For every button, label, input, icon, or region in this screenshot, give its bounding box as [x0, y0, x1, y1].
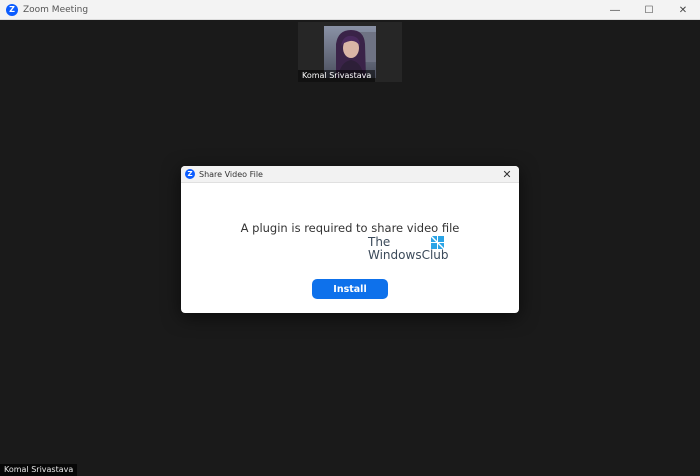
self-view-name: Komal Srivastava [0, 464, 78, 476]
dialog-titlebar: Z Share Video File ✕ [181, 166, 519, 183]
plugin-required-message: A plugin is required to share video file [240, 221, 460, 235]
share-video-dialog: Z Share Video File ✕ A plugin is require… [181, 166, 519, 313]
window-title: Zoom Meeting [23, 4, 89, 15]
windows-logo-icon [431, 236, 444, 249]
participant-tile[interactable]: Komal Srivastava [298, 22, 402, 82]
watermark-line2: WindowsClub [368, 248, 449, 262]
dialog-title: Share Video File [199, 169, 263, 179]
zoom-logo-icon: Z [185, 169, 195, 179]
participant-name: Komal Srivastava [298, 70, 376, 82]
window-controls: — ☐ ✕ [598, 0, 700, 20]
zoom-logo-icon: Z [6, 3, 18, 16]
minimize-button[interactable]: — [598, 0, 632, 20]
close-window-button[interactable]: ✕ [666, 0, 700, 20]
window-titlebar: Z Zoom Meeting — ☐ ✕ [0, 0, 700, 20]
watermark: The WindowsClub [368, 236, 449, 266]
install-button[interactable]: Install [312, 279, 388, 299]
maximize-button[interactable]: ☐ [632, 0, 666, 20]
dialog-close-button[interactable]: ✕ [501, 168, 513, 181]
